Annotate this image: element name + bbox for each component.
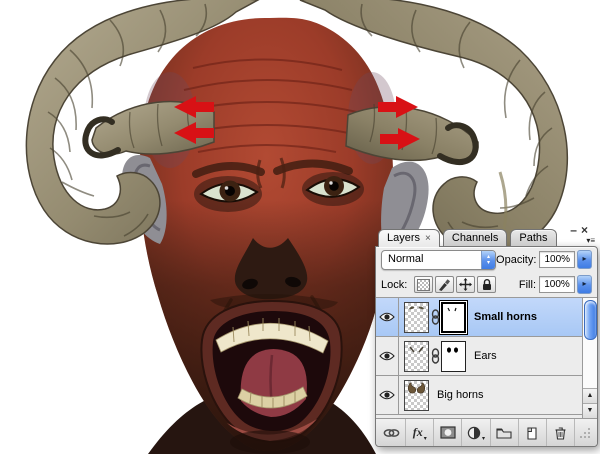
blend-mode-dropdown[interactable]: Normal ▴ ▾ bbox=[381, 249, 497, 270]
blend-mode-stepper-icon[interactable]: ▴ ▾ bbox=[481, 250, 496, 269]
layer-mask-thumbnail[interactable] bbox=[441, 340, 466, 372]
add-layer-mask-button[interactable] bbox=[434, 419, 463, 446]
layer-row-big-horns[interactable]: Big horns bbox=[376, 376, 597, 415]
eye-icon bbox=[379, 351, 395, 361]
new-layer-icon bbox=[527, 426, 537, 440]
link-icon bbox=[383, 428, 400, 437]
move-icon bbox=[459, 278, 473, 291]
scrollbar-thumb[interactable] bbox=[584, 300, 597, 340]
fill-value-field[interactable]: 100% bbox=[539, 276, 575, 293]
resize-grip-icon bbox=[580, 428, 591, 438]
ears-thumb-icon bbox=[409, 346, 424, 352]
small-right-horn bbox=[345, 103, 479, 165]
small-horns-thumb-icon bbox=[409, 306, 424, 309]
layer-mask-thumbnail[interactable] bbox=[441, 301, 466, 333]
minimize-icon[interactable]: – bbox=[570, 223, 581, 237]
eye-icon bbox=[379, 390, 395, 400]
new-layer-button[interactable] bbox=[519, 419, 547, 446]
blend-opacity-row: Normal ▴ ▾ Opacity: 100% ▸ bbox=[376, 247, 597, 272]
lock-fill-row: Lock: Fill: 100% ▸ bbox=[376, 272, 597, 297]
folder-icon bbox=[496, 427, 512, 439]
panel-footer: fx ▾ ▾ bbox=[376, 418, 597, 446]
layer-name: Ears bbox=[474, 350, 497, 362]
tab-layers[interactable]: Layers × bbox=[378, 229, 440, 247]
new-group-button[interactable] bbox=[491, 419, 519, 446]
link-layers-button[interactable] bbox=[378, 419, 407, 446]
trash-icon bbox=[555, 426, 566, 440]
scroll-up-icon[interactable]: ▲ bbox=[583, 388, 597, 403]
scroll-down-icon[interactable]: ▼ bbox=[583, 403, 597, 418]
tab-paths[interactable]: Paths bbox=[510, 229, 557, 246]
lock-all-button[interactable] bbox=[477, 276, 497, 293]
layers-panel: –× ▾≡ Layers × Channels Paths Normal ▴ ▾… bbox=[375, 224, 598, 447]
lock-pixels-button[interactable] bbox=[435, 276, 455, 293]
opacity-label: Opacity: bbox=[496, 253, 537, 266]
mask-link-icon[interactable] bbox=[429, 309, 441, 325]
panel-menu-icon[interactable]: ▾≡ bbox=[586, 236, 595, 245]
layer-styles-button[interactable]: fx ▾ bbox=[406, 419, 435, 446]
panel-window-controls: –× bbox=[570, 224, 592, 236]
layer-name: Small horns bbox=[474, 311, 537, 323]
visibility-toggle[interactable] bbox=[376, 337, 399, 375]
layer-thumbnail[interactable] bbox=[404, 301, 429, 333]
visibility-toggle[interactable] bbox=[376, 298, 399, 336]
fill-slider-arrow-icon[interactable]: ▸ bbox=[577, 275, 592, 294]
panel-body: Normal ▴ ▾ Opacity: 100% ▸ Lock: Fill: 1… bbox=[375, 246, 598, 447]
layer-row-small-horns[interactable]: Small horns bbox=[376, 298, 597, 337]
layer-list-scrollbar: ▲ ▼ bbox=[582, 298, 597, 418]
close-icon[interactable]: × bbox=[581, 223, 592, 237]
eye-icon bbox=[379, 312, 395, 322]
blend-mode-value: Normal bbox=[388, 252, 424, 265]
transparency-icon bbox=[417, 278, 431, 291]
visibility-toggle[interactable] bbox=[376, 376, 399, 414]
layer-row-ears[interactable]: Ears bbox=[376, 337, 597, 376]
layer-thumbnail[interactable] bbox=[404, 379, 429, 411]
big-horns-thumb-icon bbox=[407, 382, 426, 393]
delete-layer-button[interactable] bbox=[547, 419, 575, 446]
padlock-icon bbox=[482, 279, 491, 290]
demon-head bbox=[139, 17, 396, 454]
panel-tabs: Layers × Channels Paths bbox=[378, 227, 598, 247]
ears-mask-icon bbox=[447, 346, 458, 353]
mask-link-icon[interactable] bbox=[429, 348, 441, 364]
tab-close-icon[interactable]: × bbox=[425, 233, 431, 244]
lock-label: Lock: bbox=[381, 278, 408, 291]
fx-icon: fx bbox=[412, 425, 423, 439]
panel-resize-grip[interactable] bbox=[575, 419, 595, 446]
opacity-value-field[interactable]: 100% bbox=[539, 251, 576, 268]
scrollbar-arrows: ▲ ▼ bbox=[583, 388, 597, 418]
opacity-slider-arrow-icon[interactable]: ▸ bbox=[577, 250, 592, 269]
layer-mask-icon bbox=[440, 426, 456, 439]
adjustment-icon bbox=[467, 426, 481, 439]
layer-list: Small horns Ears Big horns ▲ ▼ bbox=[376, 297, 597, 418]
lock-transparency-button[interactable] bbox=[414, 276, 434, 293]
small-horns-mask-icon bbox=[447, 307, 457, 311]
screenshot-stage: –× ▾≡ Layers × Channels Paths Normal ▴ ▾… bbox=[0, 0, 600, 454]
lock-buttons bbox=[414, 276, 497, 293]
fill-label: Fill: bbox=[518, 278, 536, 291]
adjustment-layer-button[interactable]: ▾ bbox=[462, 419, 491, 446]
brush-icon bbox=[439, 279, 451, 291]
lock-position-button[interactable] bbox=[456, 276, 476, 293]
layer-name: Big horns bbox=[437, 389, 484, 401]
tab-channels[interactable]: Channels bbox=[442, 229, 508, 246]
layer-thumbnail[interactable] bbox=[404, 340, 429, 372]
